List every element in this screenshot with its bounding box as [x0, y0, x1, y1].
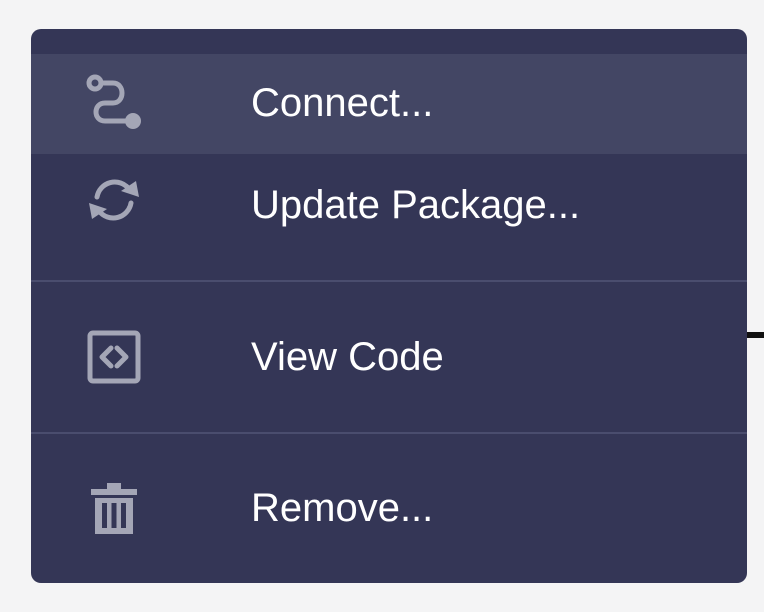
- connect-icon: [81, 71, 147, 137]
- menu-item-view-code[interactable]: View Code: [31, 282, 747, 432]
- menu-item-connect[interactable]: Connect...: [31, 54, 747, 154]
- code-icon: [81, 324, 147, 390]
- trash-icon: [81, 476, 147, 542]
- refresh-icon: [81, 167, 147, 233]
- context-menu: Connect... Update Package... View Code R…: [31, 29, 747, 583]
- menu-item-update-package[interactable]: Update Package...: [31, 154, 747, 280]
- menu-item-label: Connect...: [251, 81, 434, 125]
- menu-item-label: View Code: [251, 335, 444, 379]
- menu-item-label: Remove...: [251, 486, 434, 530]
- menu-item-label: Update Package...: [251, 183, 581, 227]
- menu-item-remove[interactable]: Remove...: [31, 434, 747, 583]
- connector-line: [745, 332, 764, 338]
